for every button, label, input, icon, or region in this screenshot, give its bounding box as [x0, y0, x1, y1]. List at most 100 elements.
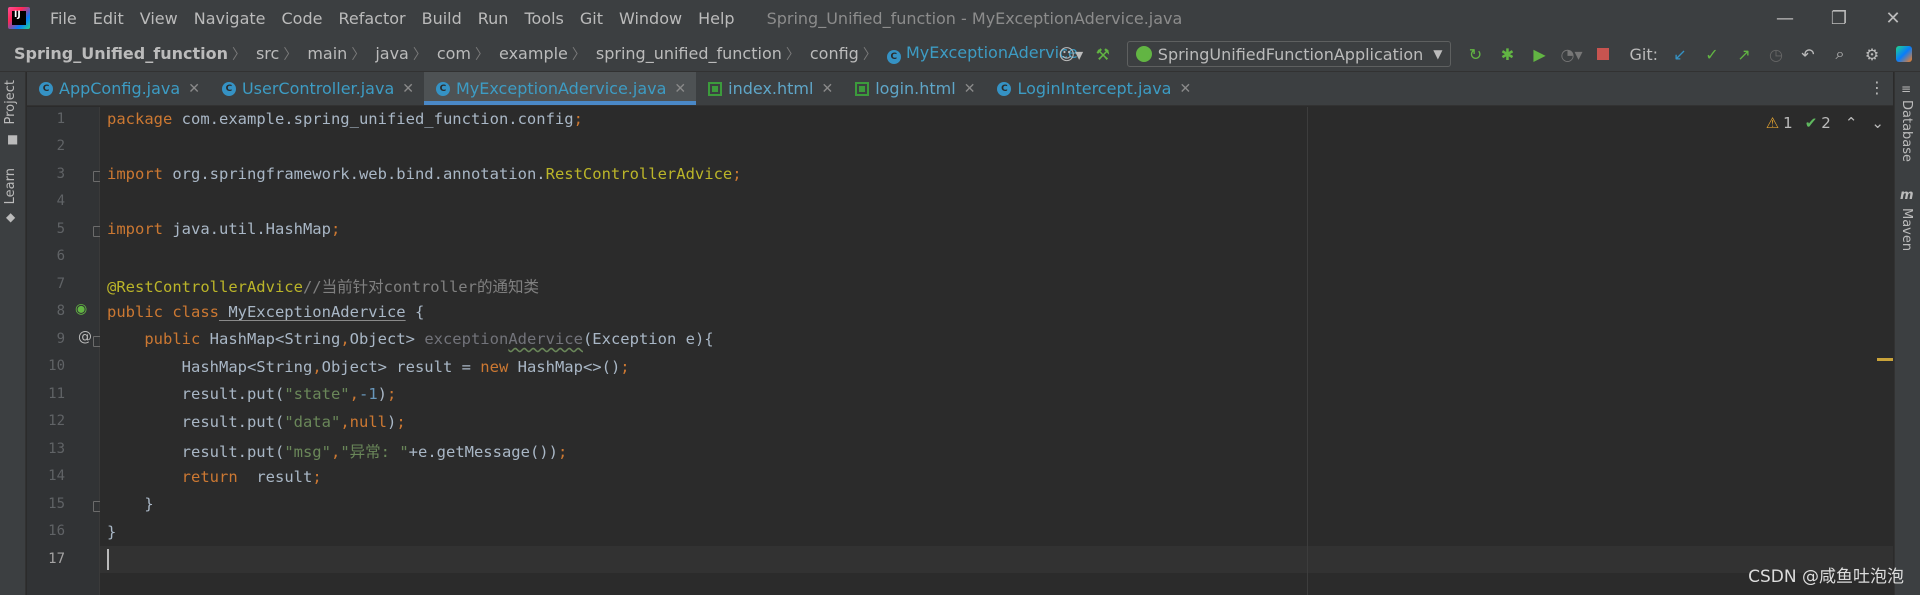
close-tab-icon[interactable]: ✕ [674, 81, 686, 97]
code-line-12: result.put("data",null); [107, 413, 406, 431]
menu-run[interactable]: Run [470, 9, 517, 28]
user-icon[interactable]: ☺▾ [1057, 40, 1085, 68]
line-number: 9 [56, 331, 65, 347]
menu-help[interactable]: Help [690, 9, 742, 28]
chevron-right-icon: 〉 [862, 46, 877, 63]
close-tab-icon[interactable]: ✕ [402, 81, 414, 97]
warning-icon: ⚠ [1765, 114, 1780, 132]
scrollbar-warning-marker[interactable] [1877, 358, 1893, 361]
breadcrumb-project[interactable]: Spring_Unified_function [0, 44, 232, 63]
weak-warning-count: 2 [1821, 114, 1831, 132]
jetbrains-toolbox-icon[interactable] [1890, 40, 1918, 68]
class-icon: C [435, 81, 450, 96]
tab-myexceptionadervice[interactable]: C MyExceptionAdervice.java ✕ [423, 72, 697, 105]
code-line-15: } [107, 495, 154, 513]
line-number: 7 [56, 276, 65, 292]
menu-file[interactable]: File [42, 9, 85, 28]
tab-label: MyExceptionAdervice.java [455, 79, 667, 98]
close-tab-icon[interactable]: ✕ [188, 81, 200, 97]
logo-text: IJ [14, 10, 21, 20]
tab-label: index.html [728, 79, 814, 98]
close-tab-icon[interactable]: ✕ [1179, 81, 1191, 97]
breadcrumb-config[interactable]: config [800, 44, 863, 63]
database-tool-tab[interactable]: Database [1899, 100, 1914, 162]
inspection-widget[interactable]: ⚠ 1 ✔ 2 ⌃ ⌄ [1766, 114, 1884, 132]
line-number: 17 [48, 551, 65, 567]
run-configuration-select[interactable]: SpringUnifiedFunctionApplication ▼ [1126, 41, 1452, 67]
stop-icon[interactable] [1589, 40, 1617, 68]
breadcrumb-main[interactable]: main [297, 44, 351, 63]
settings-gear-icon[interactable]: ⚙ [1858, 40, 1886, 68]
intellij-logo-icon[interactable]: IJ [8, 7, 30, 29]
git-label: Git: [1629, 44, 1658, 64]
maven-icon: m [1900, 188, 1914, 203]
more-tabs-icon[interactable]: ⋮ [1869, 78, 1885, 97]
debug-icon[interactable]: ✱ [1493, 40, 1521, 68]
menu-bar: IJ File Edit View Navigate Code Refactor… [0, 0, 1920, 36]
git-push-icon[interactable]: ↗ [1730, 40, 1758, 68]
line-number: 3 [56, 166, 65, 182]
code-line-10: HashMap<String,Object> result = new Hash… [107, 358, 630, 376]
menu-refactor[interactable]: Refactor [330, 9, 413, 28]
close-tab-icon[interactable]: ✕ [964, 81, 976, 97]
spring-bean-icon[interactable]: ◉ [75, 301, 87, 317]
menu-view[interactable]: View [132, 9, 186, 28]
breadcrumb-example[interactable]: example [489, 44, 572, 63]
right-tool-strip: ≡ Database m Maven [1894, 72, 1920, 595]
chevron-up-icon[interactable]: ⌃ [1845, 114, 1858, 132]
menu-navigate[interactable]: Navigate [186, 9, 274, 28]
left-tool-strip: Project ■ Learn ◆ [0, 72, 26, 595]
minimize-icon[interactable]: — [1758, 0, 1812, 36]
code-line-16: } [107, 523, 117, 541]
git-history-icon[interactable]: ◷ [1762, 40, 1790, 68]
project-tool-tab[interactable]: Project [3, 80, 18, 124]
close-icon[interactable]: ✕ [1866, 0, 1920, 36]
window-title: Spring_Unified_function - MyExceptionAde… [766, 8, 1183, 28]
current-line-highlight [100, 546, 1893, 573]
line-number: 10 [48, 358, 65, 374]
build-hammer-icon[interactable]: ⚒ [1089, 40, 1117, 68]
rollback-icon[interactable]: ↶ [1794, 40, 1822, 68]
tab-label: UserController.java [241, 79, 395, 98]
code-line-8: public class MyExceptionAdervice { [107, 303, 425, 321]
profile-icon[interactable]: ◔▾ [1557, 40, 1585, 68]
menu-build[interactable]: Build [414, 9, 470, 28]
weak-warning-icon: ✔ [1804, 114, 1818, 132]
chevron-right-icon: 〉 [571, 46, 586, 63]
coverage-icon[interactable]: ▶ [1525, 40, 1553, 68]
breadcrumb-java[interactable]: java [365, 44, 413, 63]
tab-usercontroller[interactable]: C UserController.java ✕ [210, 72, 424, 105]
search-icon[interactable]: ⌕ [1826, 40, 1854, 68]
annotation-at-icon[interactable]: @ [78, 329, 92, 345]
folder-icon: ■ [7, 132, 19, 146]
breadcrumb-src[interactable]: src [246, 44, 283, 63]
menu-window[interactable]: Window [611, 9, 690, 28]
restore-icon[interactable]: ❐ [1812, 0, 1866, 36]
csdn-watermark: CSDN @咸鱼吐泡泡 [1748, 567, 1904, 587]
code-line-13: result.put("msg","异常: "+e.getMessage()); [107, 443, 568, 461]
breadcrumb-class[interactable]: C MyExceptionAdervice [877, 43, 1082, 64]
chevron-down-icon[interactable]: ⌄ [1871, 114, 1884, 132]
learn-tool-tab[interactable]: Learn [3, 168, 18, 204]
warning-count: 1 [1783, 114, 1793, 132]
line-number: 14 [48, 468, 65, 484]
menu-code[interactable]: Code [274, 9, 331, 28]
line-number: 2 [56, 138, 65, 154]
line-number: 16 [48, 523, 65, 539]
line-number: 4 [56, 193, 65, 209]
menu-git[interactable]: Git [572, 9, 611, 28]
breadcrumb-package[interactable]: spring_unified_function [586, 44, 786, 63]
breadcrumb-com[interactable]: com [427, 44, 475, 63]
maven-tool-tab[interactable]: Maven [1899, 208, 1914, 251]
tab-appconfig[interactable]: C AppConfig.java ✕ [27, 72, 210, 105]
code-line-3: import org.springframework.web.bind.anno… [107, 165, 742, 183]
close-tab-icon[interactable]: ✕ [821, 81, 833, 97]
git-update-icon[interactable]: ↙ [1666, 40, 1694, 68]
rerun-icon[interactable]: ↻ [1461, 40, 1489, 68]
tab-loginintercept[interactable]: C LoginIntercept.java ✕ [985, 72, 1201, 105]
tab-login-html[interactable]: login.html ✕ [843, 72, 985, 105]
git-commit-icon[interactable]: ✓ [1698, 40, 1726, 68]
menu-tools[interactable]: Tools [516, 9, 571, 28]
tab-index-html[interactable]: index.html ✕ [696, 72, 843, 105]
menu-edit[interactable]: Edit [85, 9, 132, 28]
